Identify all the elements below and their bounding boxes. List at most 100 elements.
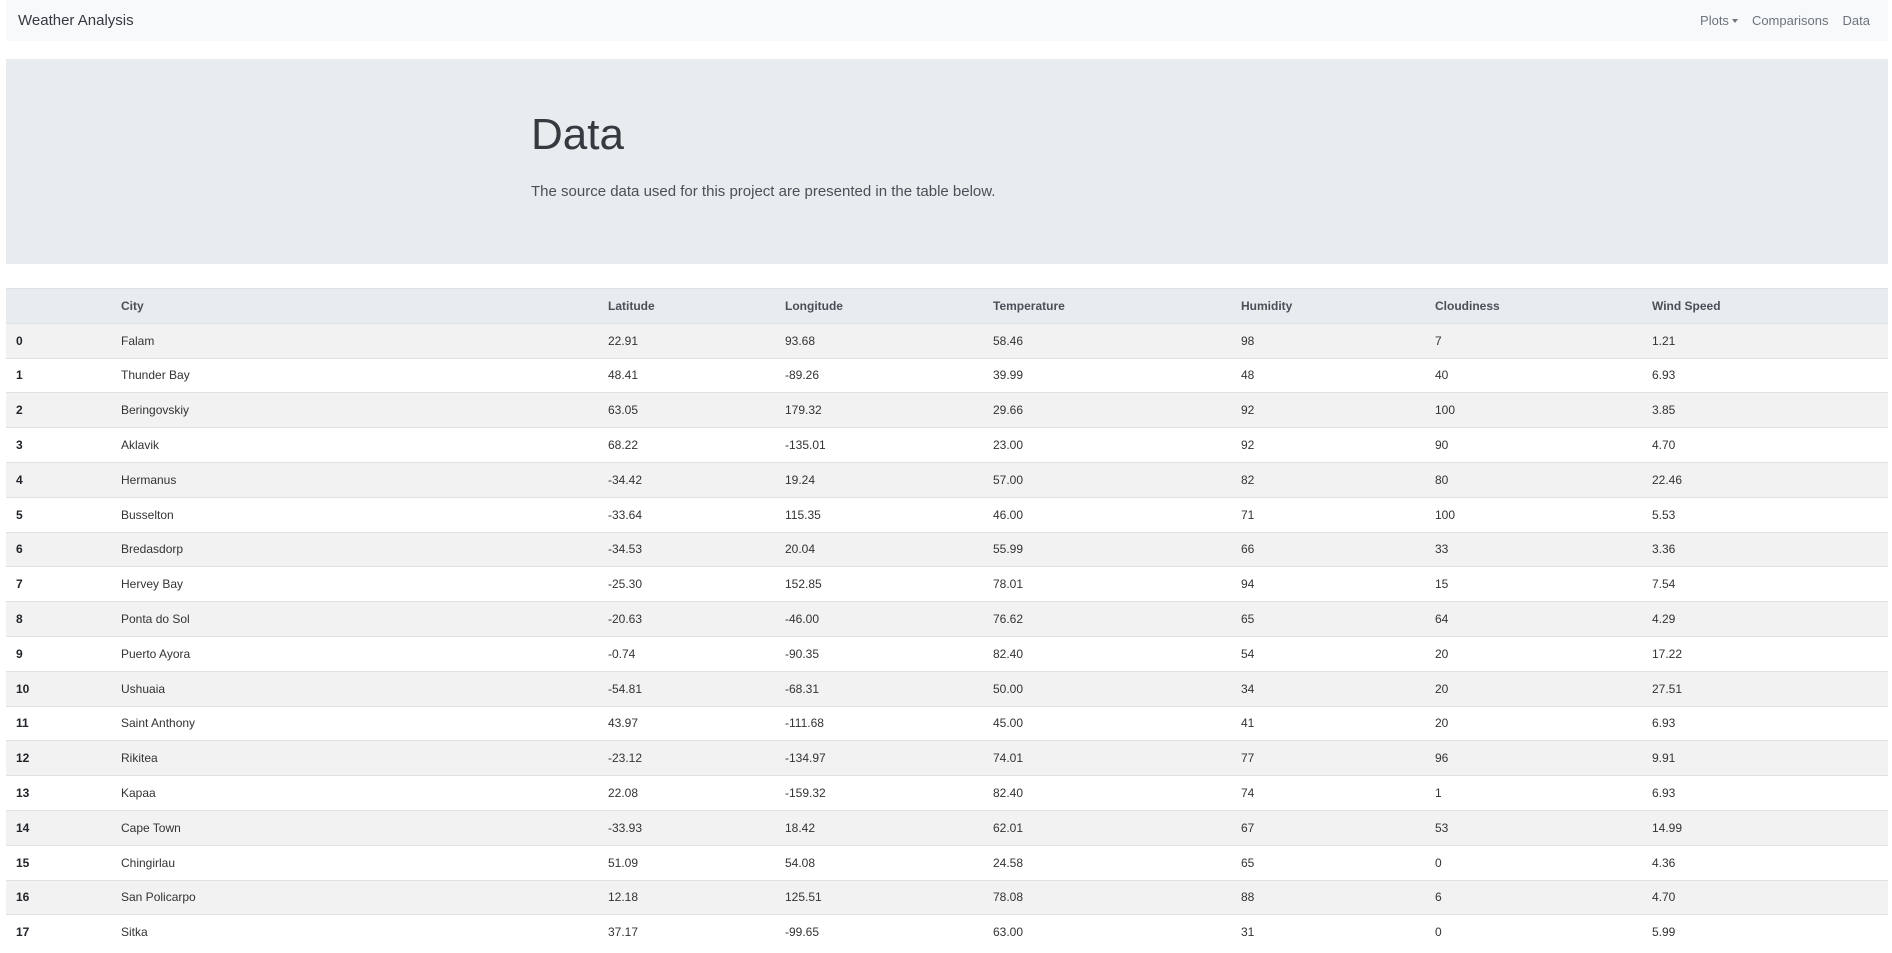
cell-cloudiness: 20 [1435, 705, 1652, 741]
table-row: 4 Hermanus -34.42 19.24 57.00 82 80 22.46 [6, 461, 1888, 498]
cell-latitude: -0.74 [608, 635, 785, 672]
caret-down-icon [1731, 19, 1738, 23]
cell-humidity: 41 [1241, 705, 1435, 741]
header-row: City Latitude Longitude Temperature Humidity… [6, 288, 1888, 324]
table-row: 8 Ponta do Sol -20.63 -46.00 76.62 65 64 4.29 [6, 601, 1888, 637]
cell-latitude: -34.42 [608, 461, 785, 498]
cell-wind-speed: 3.85 [1652, 392, 1888, 428]
cell-city: Bredasdorp [121, 531, 608, 567]
cell-longitude: -111.68 [785, 705, 993, 741]
cell-humidity: 92 [1241, 392, 1435, 428]
cell-city: Kapaa [121, 775, 608, 811]
cell-city: Hervey Bay [121, 566, 608, 602]
cell-humidity: 65 [1241, 601, 1435, 637]
cell-wind-speed: 4.70 [1652, 879, 1888, 915]
cell-city: Saint Anthony [121, 705, 608, 741]
brand-link[interactable]: Weather Analysis [18, 12, 134, 29]
cell-latitude: 43.97 [608, 705, 785, 741]
cell-index: 16 [6, 879, 121, 915]
data-link[interactable]: Data [1843, 13, 1870, 28]
cell-longitude: -89.26 [785, 357, 993, 393]
cell-index: 5 [6, 496, 121, 533]
cell-cloudiness: 15 [1435, 566, 1652, 602]
cell-index: 8 [6, 601, 121, 637]
cell-wind-speed: 22.46 [1652, 461, 1888, 498]
cell-city: Puerto Ayora [121, 635, 608, 672]
cell-longitude: 152.85 [785, 566, 993, 602]
nav-links: Plots Comparisons Data [1700, 13, 1876, 28]
cell-index: 17 [6, 914, 121, 950]
cell-temperature: 23.00 [993, 427, 1241, 463]
table-row: 13 Kapaa 22.08 -159.32 82.40 74 1 6.93 [6, 775, 1888, 811]
cell-longitude: -68.31 [785, 670, 993, 707]
cell-index: 3 [6, 427, 121, 463]
cell-index: 7 [6, 566, 121, 602]
cell-wind-speed: 4.70 [1652, 427, 1888, 463]
cell-temperature: 82.40 [993, 775, 1241, 811]
cell-longitude: -134.97 [785, 740, 993, 776]
cell-temperature: 29.66 [993, 392, 1241, 428]
cell-latitude: -20.63 [608, 601, 785, 637]
cell-wind-speed: 5.53 [1652, 496, 1888, 533]
cell-temperature: 74.01 [993, 740, 1241, 776]
cell-cloudiness: 1 [1435, 775, 1652, 811]
cell-humidity: 48 [1241, 357, 1435, 393]
cell-longitude: 125.51 [785, 879, 993, 915]
cell-city: Rikitea [121, 740, 608, 776]
cell-temperature: 55.99 [993, 531, 1241, 567]
cell-humidity: 74 [1241, 775, 1435, 811]
cell-city: Hermanus [121, 461, 608, 498]
cell-temperature: 76.62 [993, 601, 1241, 637]
cell-index: 11 [6, 705, 121, 741]
cell-latitude: 22.91 [608, 322, 785, 359]
cell-temperature: 45.00 [993, 705, 1241, 741]
cell-cloudiness: 100 [1435, 496, 1652, 533]
cell-wind-speed: 6.93 [1652, 705, 1888, 741]
column-header-temperature: Temperature [993, 288, 1241, 324]
table-row: 3 Aklavik 68.22 -135.01 23.00 92 90 4.70 [6, 427, 1888, 463]
table-row: 15 Chingirlau 51.09 54.08 24.58 65 0 4.36 [6, 844, 1888, 881]
cell-humidity: 98 [1241, 322, 1435, 359]
cell-humidity: 31 [1241, 914, 1435, 950]
table-row: 7 Hervey Bay -25.30 152.85 78.01 94 15 7.54 [6, 566, 1888, 602]
cell-temperature: 58.46 [993, 322, 1241, 359]
cell-city: Falam [121, 322, 608, 359]
cell-temperature: 57.00 [993, 461, 1241, 498]
cell-wind-speed: 4.29 [1652, 601, 1888, 637]
cell-wind-speed: 7.54 [1652, 566, 1888, 602]
column-header-city: City [121, 288, 608, 324]
table-row: 0 Falam 22.91 93.68 58.46 98 7 1.21 [6, 322, 1888, 359]
cell-cloudiness: 96 [1435, 740, 1652, 776]
cell-longitude: -135.01 [785, 427, 993, 463]
column-header-wind-speed: Wind Speed [1652, 288, 1888, 324]
cell-latitude: 51.09 [608, 844, 785, 881]
plots-dropdown[interactable]: Plots [1700, 13, 1738, 28]
cell-humidity: 92 [1241, 427, 1435, 463]
cell-index: 0 [6, 322, 121, 359]
comparisons-link[interactable]: Comparisons [1752, 13, 1829, 28]
cell-temperature: 78.08 [993, 879, 1241, 915]
data-table: City Latitude Longitude Temperature Humidity… [6, 288, 1888, 950]
cell-city: Chingirlau [121, 844, 608, 881]
cell-temperature: 63.00 [993, 914, 1241, 950]
cell-temperature: 62.01 [993, 809, 1241, 846]
cell-wind-speed: 27.51 [1652, 670, 1888, 707]
cell-cloudiness: 33 [1435, 531, 1652, 567]
plots-label: Plots [1700, 13, 1729, 28]
cell-cloudiness: 7 [1435, 322, 1652, 359]
cell-latitude: -33.64 [608, 496, 785, 533]
cell-longitude: 54.08 [785, 844, 993, 881]
column-header-longitude: Longitude [785, 288, 993, 324]
cell-cloudiness: 64 [1435, 601, 1652, 637]
cell-temperature: 78.01 [993, 566, 1241, 602]
cell-index: 15 [6, 844, 121, 881]
table-row: 11 Saint Anthony 43.97 -111.68 45.00 41 20 6.93 [6, 705, 1888, 741]
column-header-index [6, 288, 121, 324]
cell-city: Busselton [121, 496, 608, 533]
cell-wind-speed: 1.21 [1652, 322, 1888, 359]
cell-city: Beringovskiy [121, 392, 608, 428]
cell-latitude: -54.81 [608, 670, 785, 707]
cell-wind-speed: 6.93 [1652, 775, 1888, 811]
cell-latitude: 63.05 [608, 392, 785, 428]
cell-wind-speed: 17.22 [1652, 635, 1888, 672]
